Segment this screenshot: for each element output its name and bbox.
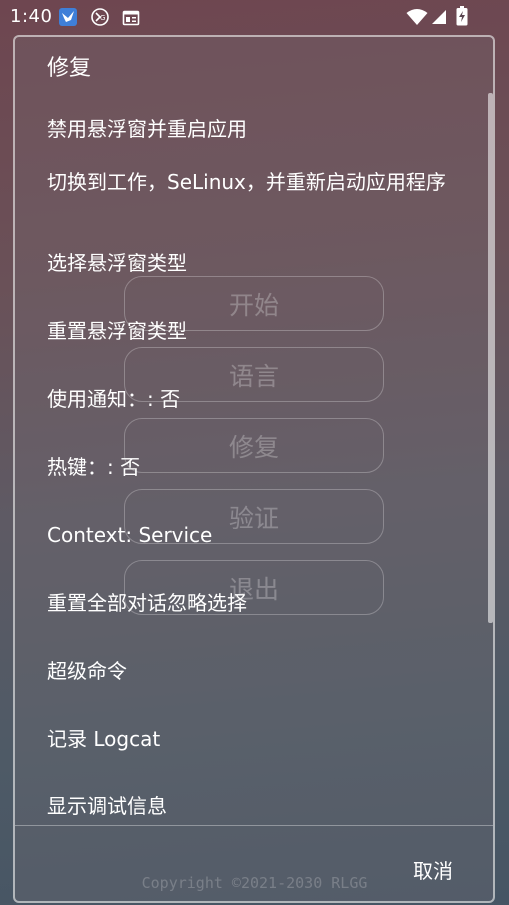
menu-item-context-service[interactable]: Context: Service (47, 521, 467, 549)
menu-item-reset-floating-window-type[interactable]: 重置悬浮窗类型 (47, 317, 467, 345)
menu-item-disable-floating-window[interactable]: 禁用悬浮窗并重启应用 (47, 115, 467, 143)
dialog-scrollbar[interactable] (488, 93, 493, 623)
dialog-divider (15, 825, 493, 826)
menu-item-record-logcat[interactable]: 记录 Logcat (47, 725, 467, 753)
menu-item-switch-to-work-selinux[interactable]: 切换到工作，SeLinux，并重新启动应用程序 (47, 168, 467, 196)
menu-item-show-debug-info[interactable]: 显示调试信息 (47, 792, 467, 820)
dialog-title: 修复 (47, 56, 92, 81)
menu-item-hotkey[interactable]: 热键：: 否 (47, 453, 467, 481)
menu-item-reset-dialog-ignore[interactable]: 重置全部对话忽略选择 (47, 589, 467, 617)
cancel-button[interactable]: 取消 (413, 855, 453, 884)
menu-item-use-notification[interactable]: 使用通知：: 否 (47, 385, 467, 413)
repair-dialog: 修复 禁用悬浮窗并重启应用 切换到工作，SeLinux，并重新启动应用程序 选择… (13, 35, 495, 903)
screen: 1:40 G 开始 语言 修复 验证 退出 Copyright ©2021-20… (0, 0, 509, 905)
menu-item-select-floating-window-type[interactable]: 选择悬浮窗类型 (47, 249, 467, 277)
menu-item-super-command[interactable]: 超级命令 (47, 657, 467, 685)
